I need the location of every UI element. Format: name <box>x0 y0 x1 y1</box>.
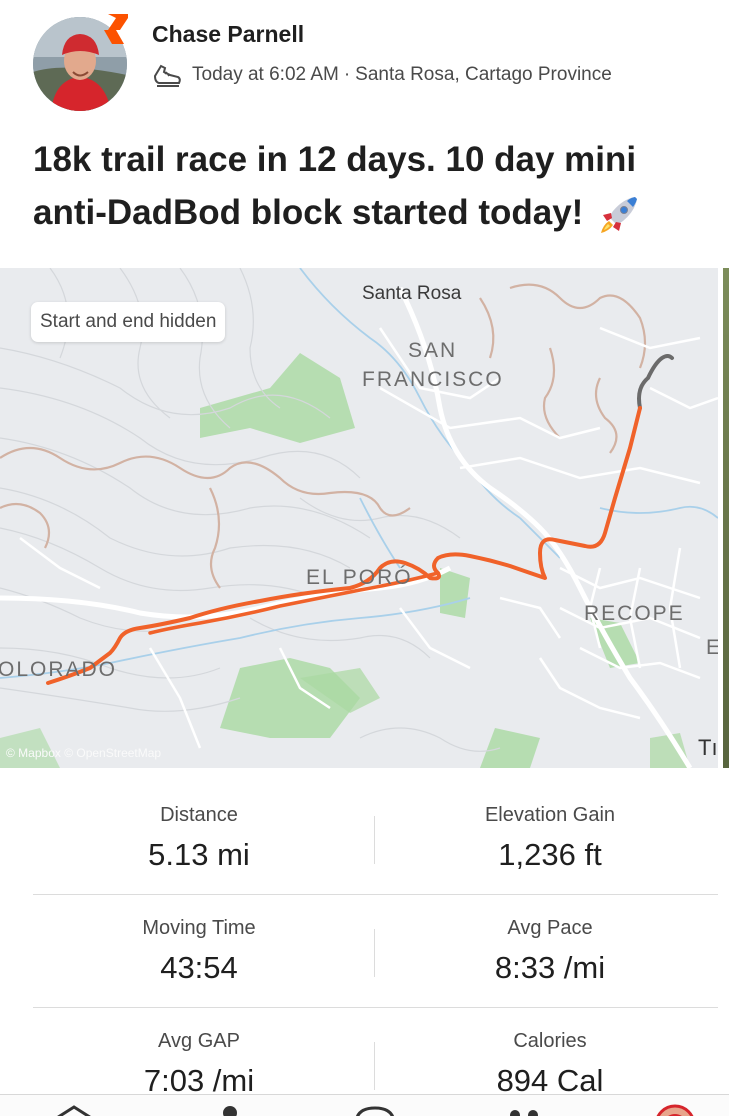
activity-location: Santa Rosa, Cartago Province <box>355 64 612 85</box>
next-photo-peek[interactable] <box>723 268 729 768</box>
stat-divider <box>374 1042 375 1090</box>
bottom-tab-bar <box>0 1094 729 1116</box>
route-map[interactable]: Start and end hidden Santa Rosa SAN FRAN… <box>0 268 718 768</box>
groups-icon[interactable] <box>505 1107 545 1116</box>
record-icon[interactable] <box>352 1104 398 1116</box>
activity-timestamp: Today at 6:02 AM <box>192 64 339 85</box>
map-label-santa-rosa: Santa Rosa <box>362 283 462 304</box>
stat-avg-pace: Avg Pace 8:33 /mi <box>380 917 720 986</box>
stat-moving-time: Moving Time 43:54 <box>29 917 369 986</box>
stat-label: Avg GAP <box>158 1030 240 1052</box>
stat-label: Distance <box>160 804 238 826</box>
privacy-label: Start and end hidden <box>31 302 226 342</box>
stat-value: 8:33 /mi <box>494 950 606 985</box>
stat-label: Moving Time <box>142 917 256 939</box>
map-label-edge-t: Tı <box>698 735 718 760</box>
stat-value: 5.13 mi <box>148 837 250 872</box>
stat-divider <box>374 816 375 864</box>
stat-label: Avg Pace <box>507 917 593 939</box>
map-label-san: SAN <box>408 339 458 362</box>
row-divider <box>33 1007 718 1008</box>
map-base-layer <box>0 268 718 768</box>
stat-divider <box>374 929 375 977</box>
map-label-el-poro: EL PORÓ <box>306 566 413 589</box>
stat-avg-gap: Avg GAP 7:03 /mi <box>29 1030 369 1099</box>
stat-elevation-gain: Elevation Gain 1,236 ft <box>380 804 720 873</box>
activity-title-text: 18k trail race in 12 days. 10 day mini a… <box>33 140 637 232</box>
row-divider <box>33 894 718 895</box>
stat-label: Elevation Gain <box>484 804 616 826</box>
stat-label: Calories <box>513 1030 587 1052</box>
stat-distance: Distance 5.13 mi <box>29 804 369 873</box>
activity-header: Chase Parnell Today at 6:02 AM · Santa R… <box>0 0 729 130</box>
meta-separator: · <box>343 64 351 85</box>
stat-value: 1,236 ft <box>498 837 602 872</box>
maps-icon[interactable] <box>220 1103 240 1116</box>
map-attribution[interactable]: © Mapbox © OpenStreetMap <box>6 746 161 760</box>
map-label-colorado: OLORADO <box>0 658 118 681</box>
map-label-edge-e: E <box>706 636 718 659</box>
stat-value: 43:54 <box>160 950 238 985</box>
stats-grid: Distance 5.13 mi Elevation Gain 1,236 ft… <box>0 768 729 1098</box>
home-icon[interactable] <box>50 1103 98 1116</box>
rocket-emoji-icon <box>601 196 638 233</box>
athlete-name[interactable]: Chase Parnell <box>152 21 304 48</box>
activity-title[interactable]: 18k trail race in 12 days. 10 day mini a… <box>33 133 713 239</box>
activity-meta: Today at 6:02 AM · Santa Rosa, Cartago P… <box>152 62 612 88</box>
map-label-recope: RECOPE <box>584 602 685 625</box>
stat-calories: Calories 894 Cal <box>380 1030 720 1099</box>
shoe-icon <box>153 64 181 87</box>
you-icon[interactable] <box>652 1103 698 1116</box>
map-label-francisco: FRANCISCO <box>362 368 504 391</box>
subscriber-badge-icon <box>104 14 128 44</box>
